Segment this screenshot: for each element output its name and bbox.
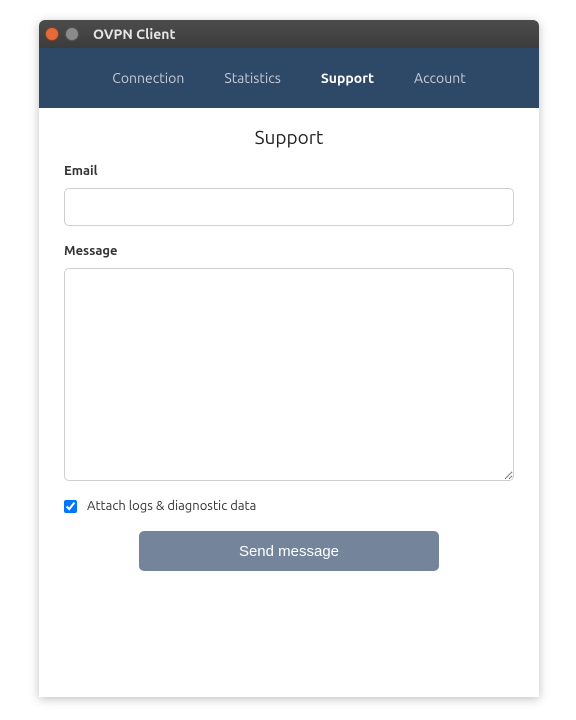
- send-button[interactable]: Send message: [139, 531, 439, 571]
- attach-row: Attach logs & diagnostic data: [64, 499, 514, 513]
- tab-support[interactable]: Support: [321, 70, 374, 86]
- attach-checkbox[interactable]: [64, 500, 77, 513]
- email-label: Email: [64, 164, 514, 178]
- tab-account[interactable]: Account: [414, 70, 466, 86]
- attach-label: Attach logs & diagnostic data: [87, 499, 256, 513]
- page-title: Support: [64, 126, 514, 148]
- navbar: Connection Statistics Support Account: [39, 48, 539, 108]
- titlebar: OVPN Client: [39, 20, 539, 48]
- tab-connection[interactable]: Connection: [112, 70, 184, 86]
- minimize-icon[interactable]: [65, 27, 79, 41]
- message-label: Message: [64, 244, 514, 258]
- message-field[interactable]: [64, 268, 514, 481]
- app-window: OVPN Client Connection Statistics Suppor…: [39, 20, 539, 697]
- content-area: Support Email Message Attach logs & diag…: [39, 108, 539, 697]
- tab-statistics[interactable]: Statistics: [224, 70, 280, 86]
- close-icon[interactable]: [45, 27, 59, 41]
- email-field[interactable]: [64, 188, 514, 226]
- window-title: OVPN Client: [93, 26, 176, 42]
